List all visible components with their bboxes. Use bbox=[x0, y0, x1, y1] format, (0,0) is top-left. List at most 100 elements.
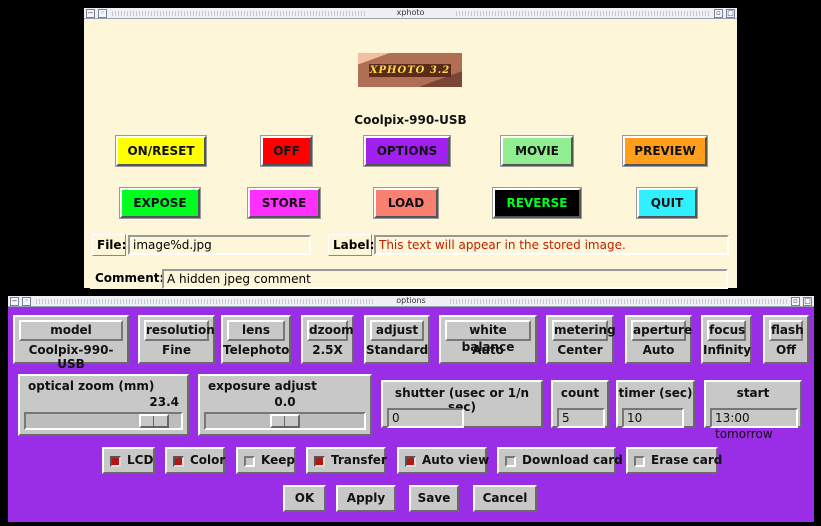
exposure-adjust-control: exposure adjust 0.0 bbox=[198, 374, 372, 436]
reverse-button[interactable]: REVERSE bbox=[493, 188, 581, 218]
options-button[interactable]: OPTIONS bbox=[364, 136, 450, 166]
flash-value: Off bbox=[776, 343, 796, 357]
download-card-checkbox[interactable]: Download card bbox=[497, 447, 623, 474]
focus-value: Infinity bbox=[703, 343, 752, 357]
focus-setting: focus Infinity bbox=[701, 315, 752, 364]
preview-button[interactable]: PREVIEW bbox=[623, 136, 707, 166]
metering-menu-button[interactable]: metering bbox=[552, 320, 616, 341]
optical-zoom-control: optical zoom (mm) 23.4 bbox=[18, 374, 189, 436]
comment-label: Comment: bbox=[90, 267, 164, 289]
exposure-adjust-slider[interactable] bbox=[204, 412, 366, 430]
checkbox-label: Download card bbox=[522, 453, 623, 467]
load-button[interactable]: LOAD bbox=[374, 188, 438, 218]
start-input[interactable]: 13:00 tomorrow bbox=[710, 408, 798, 441]
xphoto-content: XPHOTO 3.2 Coolpix-990-USB ON/RESET OFF … bbox=[84, 19, 737, 289]
optical-zoom-thumb[interactable] bbox=[139, 414, 169, 428]
label-input[interactable]: This text will appear in the stored imag… bbox=[374, 235, 729, 255]
optical-zoom-value: 23.4 bbox=[149, 395, 179, 409]
checkbox-indicator bbox=[634, 456, 645, 467]
checkbox-label: Keep bbox=[261, 453, 295, 467]
aperture-menu-button[interactable]: aperture bbox=[631, 320, 692, 341]
off-button[interactable]: OFF bbox=[261, 136, 312, 166]
flash-menu-button[interactable]: flash bbox=[769, 320, 804, 341]
transfer-checkbox[interactable]: Transfer bbox=[306, 447, 387, 474]
model-setting: model Coolpix-990-USB bbox=[13, 315, 129, 371]
dzoom-value: 2.5X bbox=[312, 343, 343, 357]
cancel-button[interactable]: Cancel bbox=[473, 485, 537, 512]
exposure-adjust-thumb[interactable] bbox=[270, 414, 300, 428]
optical-zoom-slider[interactable] bbox=[24, 412, 183, 430]
checkbox-indicator bbox=[110, 456, 121, 467]
titlebar-grip bbox=[448, 299, 788, 304]
options-titlebar[interactable]: − ◦ options ▫ □ bbox=[8, 296, 814, 307]
focus-menu-button[interactable]: focus bbox=[707, 320, 746, 341]
store-button[interactable]: STORE bbox=[248, 188, 320, 218]
xphoto-window: − ◦ xphoto ▫ □ XPHOTO 3.2 Coolpix-990-US… bbox=[84, 8, 737, 289]
flash-setting: flash Off bbox=[763, 315, 809, 364]
lens-menu-button[interactable]: lens bbox=[227, 320, 285, 341]
white-balance-menu-button[interactable]: white balance bbox=[445, 320, 531, 354]
lens-value: Telephoto bbox=[223, 343, 290, 357]
checkbox-label: Color bbox=[190, 453, 226, 467]
aperture-setting: aperture Auto bbox=[625, 315, 692, 364]
aperture-value: Auto bbox=[642, 343, 675, 357]
file-label: File: bbox=[92, 234, 126, 256]
file-input[interactable]: image%d.jpg bbox=[128, 235, 311, 255]
movie-button[interactable]: MOVIE bbox=[501, 136, 573, 166]
comment-input[interactable]: A hidden jpeg comment bbox=[162, 269, 728, 289]
lens-setting: lens Telephoto bbox=[221, 315, 291, 364]
metering-setting: metering Center bbox=[546, 315, 616, 364]
checkbox-indicator bbox=[505, 456, 516, 467]
white-balance-value: Auto bbox=[472, 343, 504, 357]
count-input[interactable]: 5 bbox=[557, 408, 605, 428]
start-label: start bbox=[736, 386, 770, 400]
label-label: Label: bbox=[328, 234, 374, 256]
metering-value: Center bbox=[557, 343, 603, 357]
start-control: start 13:00 tomorrow bbox=[704, 380, 802, 441]
save-button[interactable]: Save bbox=[409, 485, 459, 512]
expose-button[interactable]: EXPOSE bbox=[120, 188, 200, 218]
white-balance-setting: white balance Auto bbox=[439, 315, 537, 364]
adjust-setting: adjust Standard bbox=[364, 315, 430, 364]
minimize-icon[interactable]: ▫ bbox=[714, 9, 723, 18]
timer-input[interactable]: 10 bbox=[622, 408, 684, 428]
checkbox-label: Erase card bbox=[651, 453, 723, 467]
model-menu-button[interactable]: model bbox=[19, 320, 123, 341]
camera-model-label: Coolpix-990-USB bbox=[354, 113, 467, 127]
minimize-icon[interactable]: ▫ bbox=[791, 297, 800, 306]
timer-label: timer (sec) bbox=[618, 386, 693, 400]
xphoto-titlebar[interactable]: − ◦ xphoto ▫ □ bbox=[84, 8, 737, 19]
adjust-menu-button[interactable]: adjust bbox=[370, 320, 424, 341]
resolution-value: Fine bbox=[162, 343, 191, 357]
count-label: count bbox=[560, 386, 600, 400]
quit-button[interactable]: QUIT bbox=[637, 188, 697, 218]
ok-button[interactable]: OK bbox=[283, 485, 326, 512]
resolution-menu-button[interactable]: resolution bbox=[144, 320, 215, 341]
maximize-icon[interactable]: □ bbox=[803, 297, 812, 306]
xphoto-logo: XPHOTO 3.2 bbox=[358, 53, 462, 87]
maximize-icon[interactable]: □ bbox=[726, 9, 735, 18]
dzoom-setting: dzoom 2.5X bbox=[301, 315, 354, 364]
apply-button[interactable]: Apply bbox=[336, 485, 396, 512]
shutter-input[interactable]: 0 bbox=[387, 408, 464, 428]
auto-view-checkbox[interactable]: Auto view bbox=[397, 447, 489, 474]
dzoom-menu-button[interactable]: dzoom bbox=[307, 320, 354, 341]
titlebar-grip bbox=[454, 11, 711, 16]
checkbox-indicator bbox=[244, 456, 255, 467]
checkbox-indicator bbox=[405, 456, 416, 467]
exposure-adjust-value: 0.0 bbox=[274, 395, 296, 409]
checkbox-indicator bbox=[314, 456, 325, 467]
logo-text: XPHOTO 3.2 bbox=[369, 64, 451, 77]
count-control: count 5 bbox=[551, 380, 609, 428]
keep-checkbox[interactable]: Keep bbox=[236, 447, 296, 474]
adjust-value: Standard bbox=[366, 343, 429, 357]
lcd-checkbox[interactable]: LCD bbox=[102, 447, 155, 474]
erase-card-checkbox[interactable]: Erase card bbox=[626, 447, 722, 474]
checkbox-label: Transfer bbox=[331, 453, 387, 467]
exposure-adjust-label: exposure adjust bbox=[208, 379, 317, 393]
optical-zoom-label: optical zoom (mm) bbox=[28, 379, 155, 393]
shutter-control: shutter (usec or 1/n sec) 0 bbox=[381, 380, 543, 428]
on-reset-button[interactable]: ON/RESET bbox=[116, 136, 206, 166]
color-checkbox[interactable]: Color bbox=[165, 447, 225, 474]
checkbox-label: LCD bbox=[127, 453, 154, 467]
